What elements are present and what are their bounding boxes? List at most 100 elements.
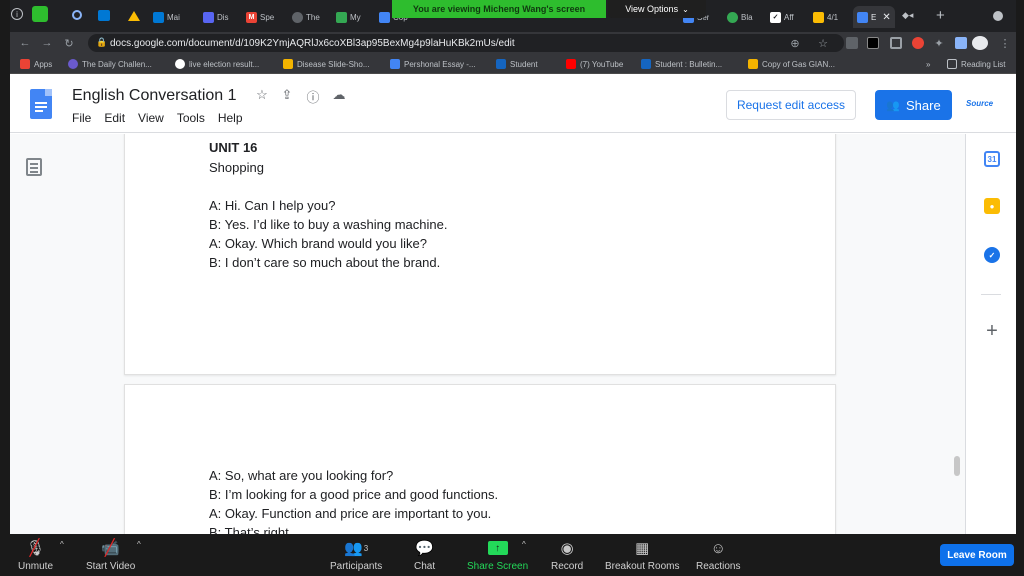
keep-icon[interactable]: ● bbox=[984, 198, 1000, 214]
tab-discord[interactable]: Dis bbox=[203, 6, 229, 28]
avatar[interactable] bbox=[972, 36, 988, 50]
share-screen-icon: ↑ bbox=[487, 541, 508, 555]
bookmark-item[interactable]: Disease Slide-Sho... bbox=[283, 57, 369, 71]
docs-header: English Conversation 1 ☆ ⇪ ⓘ ☁ File Edit… bbox=[10, 75, 1016, 133]
apps-grid-icon bbox=[20, 59, 30, 69]
drive-icon[interactable] bbox=[128, 11, 140, 21]
bookmark-item[interactable]: Pershonal Essay -... bbox=[390, 57, 476, 71]
outlook-icon[interactable] bbox=[98, 10, 110, 21]
bookmark-item[interactable]: (7) YouTube bbox=[566, 57, 623, 71]
chrome-tab-icon[interactable] bbox=[72, 10, 82, 20]
docs-icon bbox=[857, 11, 868, 23]
reactions-icon: ☺ bbox=[710, 539, 726, 557]
record-button[interactable]: ◉ Record bbox=[551, 538, 583, 572]
docs-logo-icon[interactable] bbox=[30, 89, 52, 119]
move-to-drive-icon[interactable]: ⇪ bbox=[278, 87, 296, 103]
menu-kebab-icon[interactable]: ⋮ bbox=[998, 36, 1012, 50]
document-status-icon[interactable]: ⓘ bbox=[304, 87, 322, 106]
bookmark-item[interactable]: Student : Bulletin... bbox=[641, 57, 722, 71]
reactions-button[interactable]: ☺ Reactions bbox=[696, 538, 740, 573]
tab-search-icon[interactable] bbox=[993, 11, 1003, 21]
url-input[interactable]: 🔒 docs.google.com/document/d/109K2YmjAQRl… bbox=[88, 34, 844, 52]
request-edit-access-button[interactable]: Request edit access bbox=[726, 90, 856, 120]
tab-drive[interactable]: My bbox=[336, 6, 361, 28]
sheets-icon bbox=[748, 59, 758, 69]
doc-line: B: I don’t care so much about the brand. bbox=[209, 255, 441, 270]
info-icon[interactable]: i bbox=[11, 8, 23, 20]
chevron-up-icon[interactable]: ^ bbox=[60, 540, 64, 549]
audio-icon[interactable]: ◆◂ bbox=[902, 10, 913, 21]
bookmark-item[interactable]: Student bbox=[496, 57, 538, 71]
chat-button[interactable]: 💬 Chat bbox=[414, 538, 435, 572]
start-video-button[interactable]: 📹 ╱ Start Video bbox=[86, 538, 135, 572]
close-icon[interactable]: ✕ bbox=[882, 12, 890, 23]
tab-page[interactable]: The bbox=[292, 6, 320, 28]
scrollbar-thumb[interactable] bbox=[954, 456, 960, 476]
participants-button[interactable]: 👥 3 Participants bbox=[330, 538, 382, 572]
reading-list[interactable]: Reading List bbox=[947, 57, 1005, 71]
reload-icon[interactable]: ↻ bbox=[62, 36, 76, 50]
new-tab-icon[interactable]: + bbox=[936, 7, 945, 24]
menu-file[interactable]: File bbox=[72, 111, 91, 125]
star-icon[interactable]: ☆ bbox=[253, 87, 271, 103]
unmute-button[interactable]: 🎙 ╱ Unmute bbox=[18, 538, 53, 572]
document-canvas[interactable]: UNIT 16 Shopping A: Hi. Can I help you? … bbox=[10, 134, 965, 534]
leave-room-button[interactable]: Leave Room bbox=[940, 544, 1014, 566]
extension-icon[interactable] bbox=[890, 37, 902, 49]
student-icon bbox=[496, 59, 506, 69]
document-title[interactable]: English Conversation 1 bbox=[72, 87, 237, 105]
extension-icon[interactable] bbox=[846, 37, 858, 49]
tab-check[interactable]: ✓ Aff bbox=[770, 6, 794, 28]
bookmark-item[interactable]: live election result... bbox=[175, 57, 259, 71]
menu-view[interactable]: View bbox=[138, 111, 164, 125]
menu-bar: File Edit View Tools Help bbox=[72, 111, 243, 125]
document-page: A: So, what are you looking for? B: I’m … bbox=[124, 384, 836, 534]
doc-subheading: Shopping bbox=[209, 160, 264, 175]
chat-icon: 💬 bbox=[415, 540, 434, 557]
docs-icon bbox=[390, 59, 400, 69]
chevron-up-icon[interactable]: ^ bbox=[137, 540, 141, 549]
chevron-down-icon: ⌄ bbox=[682, 4, 689, 14]
chevron-up-icon[interactable]: ^ bbox=[522, 540, 526, 549]
view-options-button[interactable]: View Options ⌄ bbox=[608, 0, 706, 18]
outlook-icon bbox=[153, 11, 164, 23]
doc-line: A: So, what are you looking for? bbox=[209, 468, 394, 483]
tab-blackboard[interactable]: Bla bbox=[727, 6, 753, 28]
doc-line: A: Okay. Function and price are importan… bbox=[209, 506, 492, 521]
reading-list-icon bbox=[947, 59, 957, 69]
forward-icon[interactable]: → bbox=[40, 36, 54, 50]
extension-icon[interactable] bbox=[867, 37, 879, 49]
source-badge: Source bbox=[966, 99, 994, 108]
bookmark-apps[interactable]: Apps bbox=[20, 57, 52, 71]
people-icon: 👥 bbox=[886, 99, 900, 112]
menu-help[interactable]: Help bbox=[218, 111, 243, 125]
extension-icon[interactable] bbox=[955, 37, 967, 49]
cloud-saved-icon[interactable]: ☁ bbox=[330, 87, 348, 103]
share-screen-button[interactable]: ↑ Share Screen bbox=[467, 538, 528, 572]
tab-drive-2[interactable]: 4/1 bbox=[813, 6, 838, 28]
bookmark-item[interactable]: The Daily Challen... bbox=[68, 57, 152, 71]
add-addon-icon[interactable]: + bbox=[983, 320, 1001, 343]
student-icon bbox=[641, 59, 651, 69]
document-page: UNIT 16 Shopping A: Hi. Can I help you? … bbox=[124, 134, 836, 375]
more-bookmarks-icon[interactable]: » bbox=[926, 57, 930, 71]
google-icon bbox=[175, 59, 185, 69]
tab-gmail[interactable]: M Spe bbox=[246, 6, 274, 28]
breakout-rooms-button[interactable]: ▦ Breakout Rooms bbox=[605, 538, 679, 572]
extension-icon[interactable] bbox=[912, 37, 924, 49]
bookmark-star-icon[interactable]: ☆ bbox=[816, 36, 830, 50]
zoom-in-icon[interactable]: ⊕ bbox=[788, 36, 802, 50]
calendar-icon[interactable]: 31 bbox=[984, 151, 1000, 167]
menu-tools[interactable]: Tools bbox=[177, 111, 205, 125]
back-icon[interactable]: ← bbox=[18, 36, 32, 50]
doc-line: B: That’s right. bbox=[209, 525, 293, 534]
tab-mail[interactable]: Mai bbox=[153, 6, 180, 28]
share-button[interactable]: 👥 Share bbox=[875, 90, 952, 120]
bookmark-item[interactable]: Copy of Gas GIAN... bbox=[748, 57, 835, 71]
tab-active-docs[interactable]: E ✕ bbox=[853, 6, 895, 28]
menu-edit[interactable]: Edit bbox=[104, 111, 125, 125]
puzzle-icon[interactable]: ✦ bbox=[932, 36, 946, 50]
breakout-rooms-icon: ▦ bbox=[635, 540, 650, 557]
outline-icon[interactable] bbox=[26, 158, 42, 176]
tasks-icon[interactable]: ✓ bbox=[984, 247, 1000, 263]
